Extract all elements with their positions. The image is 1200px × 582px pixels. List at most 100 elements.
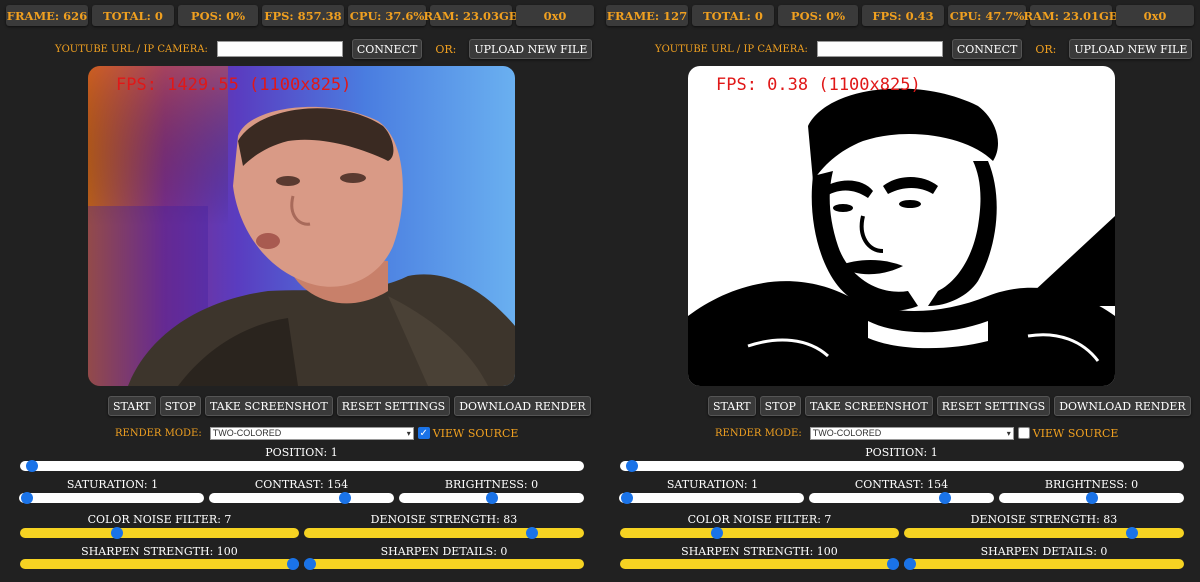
render-mode-row: RENDER MODE: TWO-COLORED ▾ ✓ VIEW SOURCE [115,426,518,440]
start-button[interactable]: START [108,396,156,416]
color-noise-label: COLOR NOISE FILTER: 7 [687,513,832,526]
stats-bar: FRAME: 626 TOTAL: 0 POS: 0% FPS: 857.38 … [6,5,596,26]
render-mode-label: RENDER MODE: [715,427,802,439]
fps-stat: FPS: 857.38 [262,5,344,26]
chevron-down-icon: ▾ [406,428,411,438]
position-slider[interactable] [20,460,584,472]
slider-thumb[interactable] [338,492,351,504]
cpu-stat: CPU: 37.6% [348,5,426,26]
right-panel: FRAME: 127 TOTAL: 0 POS: 0% FPS: 0.43 CP… [600,0,1200,582]
source-frame-image [88,66,515,386]
sharpen-strength-slider[interactable] [620,558,899,570]
contrast-label: CONTRAST: 154 [254,478,349,491]
slider-thumb[interactable] [938,492,951,504]
render-mode-value: TWO-COLORED [812,428,882,438]
slider-thumb[interactable] [526,527,539,539]
slider-thumb[interactable] [625,460,638,472]
slider-thumb[interactable] [110,527,123,539]
view-source-checkbox[interactable] [1017,427,1030,439]
connect-button[interactable]: CONNECT [351,39,423,59]
ram-stat: RAM: 23.03GB [424,5,519,26]
color-noise-slider[interactable] [620,527,899,539]
stop-button[interactable]: STOP [159,396,201,416]
slider-thumb[interactable] [887,558,899,570]
download-button[interactable]: DOWNLOAD RENDER [1054,396,1191,416]
pos-stat: POS: 0% [178,5,258,26]
frame-stat: FRAME: 626 [6,5,88,26]
url-input[interactable] [816,41,943,57]
rendered-frame-image [688,66,1115,386]
left-panel: FRAME: 626 TOTAL: 0 POS: 0% FPS: 857.38 … [0,0,600,582]
brightness-slider[interactable] [399,492,584,504]
brightness-slider[interactable] [999,492,1184,504]
slider-thumb[interactable] [25,460,38,472]
upload-button[interactable]: UPLOAD NEW FILE [1069,39,1193,59]
resolution-stat: 0x0 [516,5,594,26]
denoise-label: DENOISE STRENGTH: 83 [370,513,518,526]
download-button[interactable]: DOWNLOAD RENDER [454,396,591,416]
sharpen-strength-label: SHARPEN STRENGTH: 100 [81,545,238,558]
source-row: YOUTUBE URL / IP CAMERA: CONNECT OR: UPL… [55,39,593,59]
slider-thumb[interactable] [620,492,633,504]
check-icon: ✓ [419,427,428,439]
frame-stat: FRAME: 127 [606,5,688,26]
saturation-slider[interactable] [619,492,804,504]
stop-button[interactable]: STOP [759,396,801,416]
control-buttons: START STOP TAKE SCREENSHOT RESET SETTING… [708,396,1191,416]
slider-thumb[interactable] [904,558,916,570]
sharpen-details-slider[interactable] [904,558,1184,570]
start-button[interactable]: START [708,396,756,416]
chevron-down-icon: ▾ [1006,428,1011,438]
sharpen-details-slider[interactable] [304,558,584,570]
upload-button[interactable]: UPLOAD NEW FILE [469,39,593,59]
fps-stat: FPS: 0.43 [862,5,944,26]
slider-thumb[interactable] [1126,527,1139,539]
reset-button[interactable]: RESET SETTINGS [936,396,1051,416]
fps-overlay: FPS: 0.38 (1100x825) [716,75,921,95]
color-noise-slider[interactable] [20,527,299,539]
sharpen-details-label: SHARPEN DETAILS: 0 [980,545,1108,558]
slider-thumb[interactable] [1085,492,1098,504]
pos-stat: POS: 0% [778,5,858,26]
contrast-label: CONTRAST: 154 [854,478,949,491]
denoise-slider[interactable] [304,527,584,539]
url-input[interactable] [216,41,343,57]
fps-overlay: FPS: 1429.55 (1100x825) [116,75,352,95]
sharpen-details-label: SHARPEN DETAILS: 0 [380,545,508,558]
slider-thumb[interactable] [287,558,299,570]
brightness-label: BRIGHTNESS: 0 [1044,478,1139,491]
contrast-slider[interactable] [209,492,394,504]
slider-thumb[interactable] [485,492,498,504]
position-label: POSITION: 1 [265,446,338,459]
control-buttons: START STOP TAKE SCREENSHOT RESET SETTING… [108,396,591,416]
contrast-slider[interactable] [809,492,994,504]
or-label: OR: [435,42,457,56]
view-source-checkbox[interactable]: ✓ [417,427,430,439]
slider-thumb[interactable] [304,558,316,570]
denoise-slider[interactable] [904,527,1184,539]
brightness-label: BRIGHTNESS: 0 [444,478,539,491]
video-viewer: FPS: 1429.55 (1100x825) [88,66,515,386]
slider-thumb[interactable] [20,492,33,504]
color-noise-label: COLOR NOISE FILTER: 7 [87,513,232,526]
screenshot-button[interactable]: TAKE SCREENSHOT [804,396,933,416]
screenshot-button[interactable]: TAKE SCREENSHOT [204,396,333,416]
video-viewer: FPS: 0.38 (1100x825) [688,66,1115,386]
position-slider[interactable] [620,460,1184,472]
slider-thumb[interactable] [710,527,723,539]
view-source-label: VIEW SOURCE [432,426,519,440]
url-label: YOUTUBE URL / IP CAMERA: [655,43,808,55]
sharpen-strength-slider[interactable] [20,558,299,570]
connect-button[interactable]: CONNECT [951,39,1023,59]
denoise-label: DENOISE STRENGTH: 83 [970,513,1118,526]
position-label: POSITION: 1 [865,446,938,459]
reset-button[interactable]: RESET SETTINGS [336,396,451,416]
sharpen-strength-label: SHARPEN STRENGTH: 100 [681,545,838,558]
saturation-slider[interactable] [19,492,204,504]
saturation-label: SATURATION: 1 [666,478,759,491]
total-stat: TOTAL: 0 [92,5,174,26]
render-mode-select[interactable]: TWO-COLORED ▾ [209,426,414,440]
ram-stat: RAM: 23.01GB [1024,5,1119,26]
render-mode-select[interactable]: TWO-COLORED ▾ [809,426,1014,440]
cpu-stat: CPU: 47.7% [948,5,1026,26]
